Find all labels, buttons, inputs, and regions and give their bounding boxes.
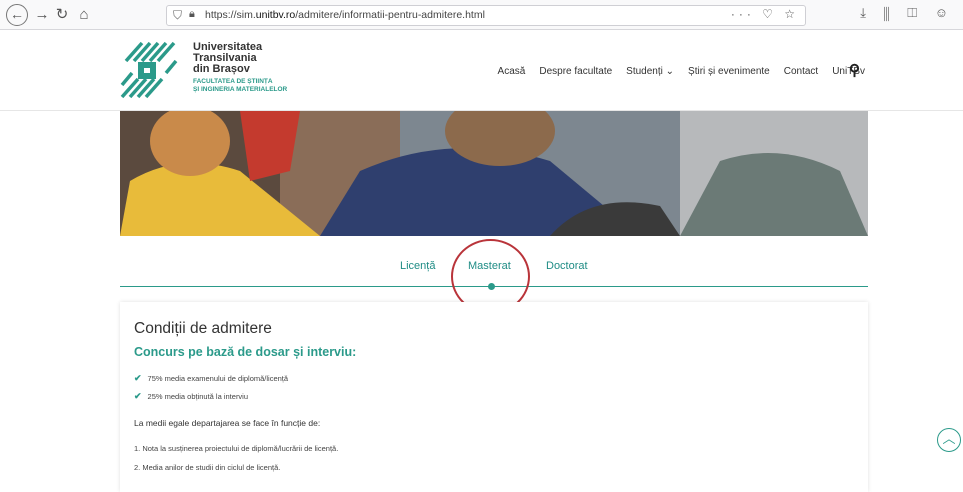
university-name[interactable]: Universitatea Transilvania din Brașov FA… bbox=[193, 42, 287, 94]
checkmark-icon: ✔ bbox=[134, 373, 142, 383]
tie-break-item: 2. Media anilor de studii din ciclul de … bbox=[134, 463, 281, 472]
tie-break-item: 1. Nota la susținerea proiectului de dip… bbox=[134, 444, 339, 453]
back-arrow-icon[interactable]: ← bbox=[6, 4, 28, 26]
faculty-name: FACULTATEA DE ȘTIINȚA ȘI INGINERIA MATERI… bbox=[193, 78, 288, 93]
chevron-up-icon: ︿ bbox=[942, 431, 956, 446]
nav-item-home[interactable]: Acasă bbox=[498, 66, 526, 77]
criteria-item: ✔ 25% media obținută la interviu bbox=[134, 391, 249, 401]
scroll-to-top-button[interactable]: ︿ bbox=[937, 428, 961, 452]
nav-item-contact[interactable]: Contact bbox=[784, 66, 818, 77]
url-bar[interactable]: ⛉ 🔒︎ https://sim.unitbv.ro/admitere/info… bbox=[166, 5, 806, 26]
shield-icon[interactable]: ⛉ bbox=[173, 8, 182, 23]
search-icon[interactable]: ⚲ bbox=[849, 61, 860, 79]
page-actions-icon[interactable]: ··· ♡ ☆ bbox=[731, 7, 799, 21]
tab-doctorat[interactable]: Doctorat bbox=[546, 260, 588, 272]
reload-icon[interactable]: ↻ bbox=[52, 5, 72, 25]
forward-arrow-icon[interactable]: → bbox=[32, 5, 52, 25]
checkmark-icon: ✔ bbox=[134, 391, 142, 401]
url-text[interactable]: https://sim.unitbv.ro/admitere/informati… bbox=[205, 9, 485, 21]
nav-item-students[interactable]: Studenți ⌄ bbox=[626, 66, 674, 77]
section-title: Condiții de admitere bbox=[134, 320, 272, 337]
university-logo-icon[interactable] bbox=[120, 41, 182, 99]
browser-toolbar: ← → ↻ ⌂ ⛉ 🔒︎ https://sim.unitbv.ro/admit… bbox=[0, 0, 963, 30]
home-icon[interactable]: ⌂ bbox=[74, 5, 94, 25]
tab-licenta[interactable]: Licență bbox=[400, 260, 435, 272]
tie-break-note: La medii egale departajarea se face în f… bbox=[134, 418, 321, 428]
main-navigation: Acasă Despre facultate Studenți ⌄ Știri … bbox=[498, 66, 865, 77]
admission-conditions-card: Condiții de admitere Concurs pe bază de … bbox=[120, 302, 868, 492]
section-subtitle: Concurs pe bază de dosar și interviu: bbox=[134, 345, 357, 359]
criteria-item: ✔ 75% media examenului de diplomă/licență bbox=[134, 373, 289, 383]
toolbar-tools-icon[interactable]: ⤓ ⫼ ◫ ☺ bbox=[860, 5, 955, 21]
hero-image bbox=[120, 111, 868, 236]
nav-item-news[interactable]: Știri și evenimente bbox=[688, 66, 770, 77]
hero-photo bbox=[120, 111, 868, 236]
lock-icon[interactable]: 🔒︎ bbox=[189, 8, 195, 21]
site-header: Universitatea Transilvania din Brașov FA… bbox=[0, 31, 963, 111]
nav-item-about[interactable]: Despre facultate bbox=[539, 66, 612, 77]
